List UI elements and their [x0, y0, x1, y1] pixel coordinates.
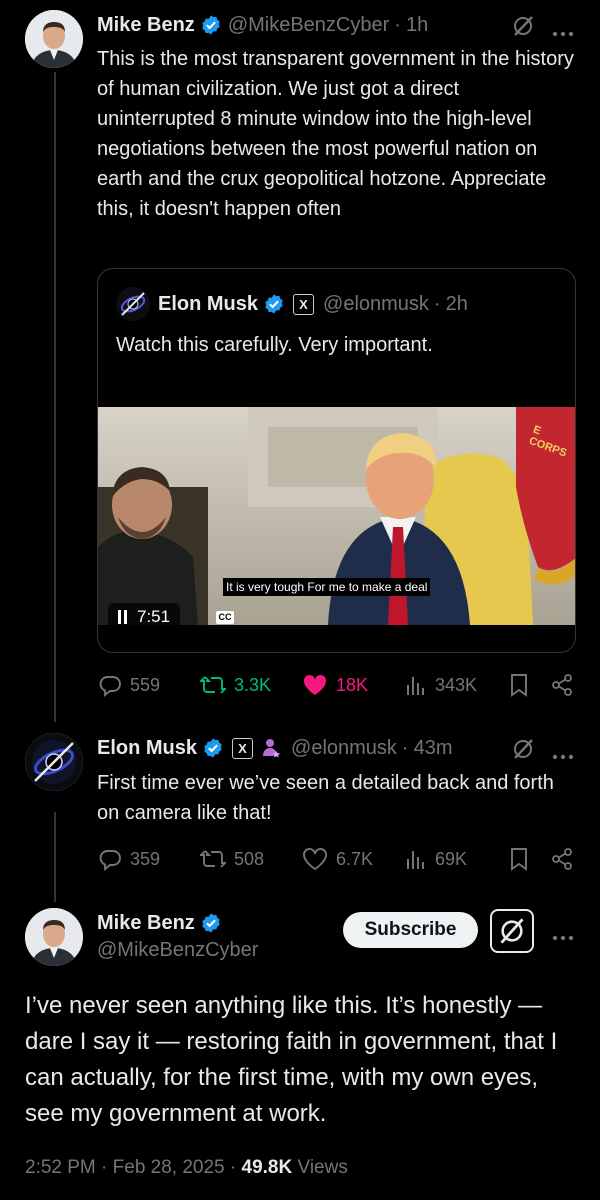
- like-count: 18K: [336, 674, 369, 695]
- more-icon[interactable]: [552, 24, 574, 42]
- views-button[interactable]: 343K: [405, 673, 477, 697]
- repost-count: 3.3K: [234, 674, 272, 695]
- more-icon[interactable]: [552, 747, 574, 765]
- pause-icon[interactable]: [118, 610, 127, 624]
- quote-time[interactable]: 2h: [446, 293, 468, 316]
- reply-icon: [99, 676, 121, 697]
- like-count: 6.7K: [336, 848, 374, 869]
- views-count: 343K: [435, 674, 478, 695]
- reply-button[interactable]: 359: [98, 847, 160, 871]
- quote-author-name[interactable]: Elon Musk: [158, 293, 258, 316]
- quote-card[interactable]: Elon Musk X @elonmusk · 2h Watch this ca…: [97, 268, 576, 653]
- repost-count: 508: [234, 848, 265, 869]
- views-count: 49.8K: [241, 1157, 293, 1178]
- author-handle[interactable]: @MikeBenzCyber: [228, 14, 389, 37]
- tweet-text: This is the most transparent government …: [97, 48, 574, 220]
- quote-author-handle[interactable]: @elonmusk: [323, 293, 429, 316]
- reply-button[interactable]: 559: [98, 673, 160, 697]
- tweet-meta: 2:52 PM · Feb 28, 2025 · 49.8K Views: [25, 1157, 348, 1179]
- like-icon: [303, 848, 327, 871]
- share-icon[interactable]: [550, 673, 574, 702]
- avatar-elon-musk[interactable]: [25, 733, 83, 791]
- x-badge-icon: X: [232, 737, 254, 759]
- share-icon[interactable]: [550, 847, 574, 876]
- tweet-time[interactable]: 1h: [406, 14, 428, 37]
- author-name[interactable]: Mike Benz: [97, 14, 195, 37]
- views-count: 69K: [435, 848, 468, 869]
- avatar-mike-benz[interactable]: [25, 10, 83, 68]
- verified-badge-icon: [263, 293, 285, 316]
- affiliate-icon: [261, 737, 283, 759]
- tweet-text: First time ever we’ve seen a detailed ba…: [97, 772, 554, 824]
- author-name[interactable]: Elon Musk: [97, 737, 197, 760]
- video-controls: 7:51: [108, 603, 181, 625]
- repost-icon: [200, 676, 226, 694]
- views-label: Views: [292, 1157, 348, 1178]
- bookmark-icon[interactable]: [509, 847, 529, 876]
- author-name[interactable]: Mike Benz: [97, 912, 195, 935]
- cc-button[interactable]: CC: [216, 611, 234, 624]
- reply-count: 359: [130, 848, 161, 869]
- author-handle[interactable]: @MikeBenzCyber: [97, 939, 258, 962]
- like-icon: [303, 674, 327, 695]
- verified-badge-icon: [200, 14, 222, 37]
- views-icon: [407, 677, 424, 695]
- avatar-mike-benz[interactable]: [25, 908, 83, 966]
- like-button[interactable]: 18K: [302, 673, 368, 697]
- verified-badge-icon: [200, 912, 222, 935]
- author-handle[interactable]: @elonmusk: [291, 737, 397, 760]
- separator-dot: ·: [433, 292, 441, 315]
- quote-avatar[interactable]: [116, 287, 150, 321]
- views-icon: [407, 851, 424, 869]
- separator-dot: ·: [394, 13, 401, 36]
- repost-icon: [200, 850, 226, 868]
- reply-count: 559: [130, 674, 161, 695]
- repost-button[interactable]: 3.3K: [200, 673, 271, 697]
- quote-text: Watch this carefully. Very important.: [116, 334, 433, 356]
- views-button[interactable]: 69K: [405, 847, 467, 871]
- avatar-image: [25, 10, 83, 68]
- video-duration: 7:51: [137, 607, 171, 625]
- separator-dot: ·: [401, 736, 409, 759]
- more-icon[interactable]: [552, 928, 574, 946]
- thread-line-1: [54, 72, 56, 722]
- verified-badge-icon: [202, 737, 224, 760]
- repost-button[interactable]: 508: [200, 847, 264, 871]
- like-button[interactable]: 6.7K: [302, 847, 373, 871]
- main-tweet-text: I’ve never seen anything like this. It’s…: [25, 992, 558, 1127]
- subscribe-button[interactable]: Subscribe: [343, 912, 478, 948]
- timestamp[interactable]: 2:52 PM · Feb 28, 2025 ·: [25, 1157, 242, 1178]
- reply-icon: [99, 850, 121, 871]
- x-badge-icon: X: [293, 293, 315, 315]
- video-player[interactable]: It is very tough For me to make a deal E…: [98, 407, 575, 625]
- tweet-time[interactable]: 43m: [414, 737, 453, 760]
- bookmark-icon[interactable]: [509, 673, 529, 702]
- grok-icon[interactable]: [490, 909, 534, 953]
- video-caption: It is very tough For me to make a deal: [223, 578, 431, 596]
- grok-icon[interactable]: [511, 14, 535, 43]
- thread-line-2: [54, 812, 56, 902]
- grok-icon[interactable]: [511, 737, 535, 766]
